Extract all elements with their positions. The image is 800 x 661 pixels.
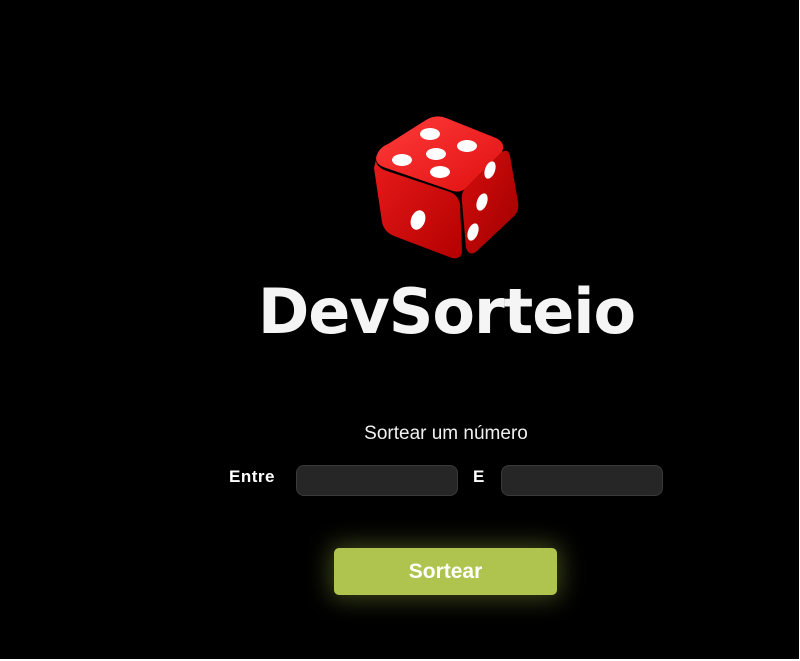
from-number-input[interactable] bbox=[296, 465, 458, 496]
from-label: Entre bbox=[229, 467, 275, 486]
red-dice-icon bbox=[366, 110, 526, 270]
brand-title: DevSorteio bbox=[257, 275, 636, 348]
red-dice-icon bbox=[374, 116, 519, 259]
to-number-input[interactable] bbox=[501, 465, 663, 496]
to-label: E bbox=[473, 467, 485, 486]
draw-button[interactable]: Sortear bbox=[334, 548, 557, 595]
form-subtitle: Sortear um número bbox=[364, 423, 528, 444]
app-root: DevSorteio Sortear um número Entre E Sor… bbox=[0, 0, 799, 659]
